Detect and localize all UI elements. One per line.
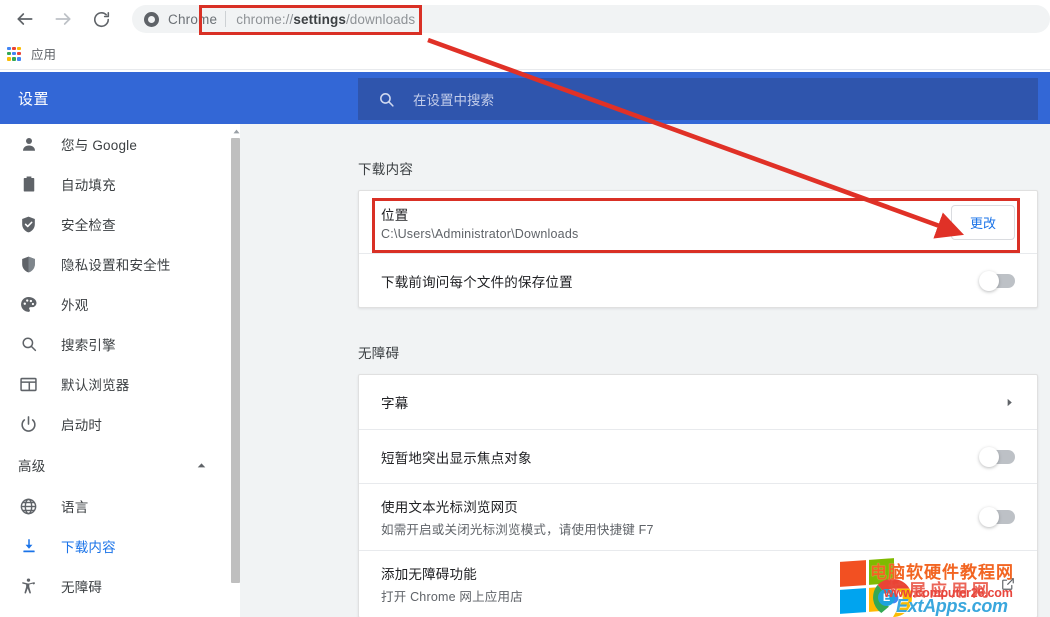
caret-browsing-label: 使用文本光标浏览网页 xyxy=(381,496,654,516)
caret-browsing-row: 使用文本光标浏览网页 如需开启或关闭光标浏览模式，请使用快捷键 F7 xyxy=(359,483,1037,550)
captions-label: 字幕 xyxy=(381,392,408,412)
sidebar-item-label: 自动填充 xyxy=(61,174,116,194)
sidebar-section-label: 高级 xyxy=(18,455,45,475)
sidebar-item-accessibility[interactable]: 无障碍 xyxy=(0,566,240,606)
browser-window: Chrome chrome://settings/downloads 应用 设置… xyxy=(0,0,1050,617)
sidebar-item-label: 隐私设置和安全性 xyxy=(61,254,171,274)
ask-before-download-row: 下载前询问每个文件的保存位置 xyxy=(359,253,1037,307)
back-button[interactable] xyxy=(8,2,42,36)
address-bar[interactable]: Chrome chrome://settings/downloads xyxy=(132,5,1050,33)
globe-icon xyxy=(18,496,39,517)
sidebar-item-downloads[interactable]: 下载内容 xyxy=(0,526,240,566)
download-location-row: 位置 C:\Users\Administrator\Downloads 更改 xyxy=(359,191,1037,253)
downloads-section-title: 下载内容 xyxy=(240,124,1050,190)
reload-icon xyxy=(92,10,111,29)
caret-browsing-sublabel: 如需开启或关闭光标浏览模式，请使用快捷键 F7 xyxy=(381,519,654,538)
url-prefix: chrome:// xyxy=(236,12,293,27)
scrollbar-thumb[interactable] xyxy=(231,138,240,583)
focus-highlight-row: 短暂地突出显示焦点对象 xyxy=(359,429,1037,483)
sidebar-item-label: 外观 xyxy=(61,294,88,314)
accessibility-section-title: 无障碍 xyxy=(240,308,1050,374)
url-text: chrome://settings/downloads xyxy=(226,12,415,27)
url-bold: settings xyxy=(293,12,346,27)
forward-button[interactable] xyxy=(46,2,80,36)
shield-check-icon xyxy=(18,214,39,235)
sidebar-item-on-startup[interactable]: 启动时 xyxy=(0,404,240,444)
sidebar-item-label: 安全检查 xyxy=(61,214,116,234)
toggle-knob xyxy=(979,507,999,527)
download-icon xyxy=(18,536,39,557)
sidebar-item-label: 无障碍 xyxy=(61,576,102,596)
captions-row[interactable]: 字幕 xyxy=(359,375,1037,429)
sidebar-item-label: 默认浏览器 xyxy=(61,374,130,394)
add-accessibility-sublabel: 打开 Chrome 网上应用店 xyxy=(381,586,523,605)
ask-before-download-toggle[interactable] xyxy=(981,274,1015,288)
caret-browsing-toggle[interactable] xyxy=(981,510,1015,524)
accessibility-card: 字幕 短暂地突出显示焦点对象 使用文本光标浏览网页 如需开启或关闭光标浏览模式，… xyxy=(358,374,1038,617)
shield-icon xyxy=(18,254,39,275)
downloads-card: 位置 C:\Users\Administrator\Downloads 更改 下… xyxy=(358,190,1038,308)
sidebar-item-label: 搜索引擎 xyxy=(61,334,116,354)
chevron-up-icon xyxy=(195,459,208,472)
sidebar-item-search-engine[interactable]: 搜索引擎 xyxy=(0,324,240,364)
browser-window-icon xyxy=(18,374,39,395)
settings-sidebar: 您与 Google 自动填充 安全检查 隐私设置和安全性 外观 xyxy=(0,124,240,617)
sidebar-item-label: 语言 xyxy=(61,496,88,516)
change-location-button[interactable]: 更改 xyxy=(951,205,1015,240)
sidebar-item-appearance[interactable]: 外观 xyxy=(0,284,240,324)
person-icon xyxy=(18,134,39,155)
sidebar-item-label: 启动时 xyxy=(61,414,102,434)
sidebar-item-languages[interactable]: 语言 xyxy=(0,486,240,526)
accessibility-icon xyxy=(18,576,39,597)
forward-arrow-icon xyxy=(53,9,73,29)
chrome-logo-icon xyxy=(144,12,159,27)
search-icon xyxy=(18,334,39,355)
toggle-knob xyxy=(979,447,999,467)
search-placeholder: 在设置中搜索 xyxy=(413,89,494,109)
page-title: 设置 xyxy=(18,72,49,124)
back-arrow-icon xyxy=(15,9,35,29)
url-suffix: /downloads xyxy=(346,12,415,27)
sidebar-item-autofill[interactable]: 自动填充 xyxy=(0,164,240,204)
sidebar-item-you-and-google[interactable]: 您与 Google xyxy=(0,124,240,164)
site-identity: Chrome xyxy=(144,12,217,27)
settings-content: 下载内容 位置 C:\Users\Administrator\Downloads… xyxy=(240,124,1050,617)
clipboard-icon xyxy=(18,174,39,195)
power-icon xyxy=(18,414,39,435)
sidebar-item-label: 下载内容 xyxy=(61,536,116,556)
sidebar-item-label: 您与 Google xyxy=(61,134,137,154)
focus-highlight-toggle[interactable] xyxy=(981,450,1015,464)
sidebar-item-safety-check[interactable]: 安全检查 xyxy=(0,204,240,244)
ask-before-download-label: 下载前询问每个文件的保存位置 xyxy=(381,271,573,291)
sidebar-item-privacy-security[interactable]: 隐私设置和安全性 xyxy=(0,244,240,284)
bookmarks-bar: 应用 xyxy=(0,38,1050,70)
sidebar-section-advanced[interactable]: 高级 xyxy=(0,444,240,486)
location-label: 位置 xyxy=(381,204,578,224)
browser-toolbar: Chrome chrome://settings/downloads xyxy=(0,0,1050,38)
external-link-icon[interactable] xyxy=(1001,577,1015,591)
settings-search[interactable]: 在设置中搜索 xyxy=(358,78,1038,120)
reload-button[interactable] xyxy=(84,2,118,36)
add-accessibility-label: 添加无障碍功能 xyxy=(381,563,523,583)
search-icon xyxy=(378,91,395,108)
location-path: C:\Users\Administrator\Downloads xyxy=(381,227,578,241)
palette-icon xyxy=(18,294,39,315)
add-accessibility-features-row[interactable]: 添加无障碍功能 打开 Chrome 网上应用店 xyxy=(359,550,1037,617)
chevron-right-icon[interactable] xyxy=(1004,397,1015,408)
bookmark-apps-label[interactable]: 应用 xyxy=(31,44,56,63)
sidebar-item-default-browser[interactable]: 默认浏览器 xyxy=(0,364,240,404)
site-label: Chrome xyxy=(168,12,217,27)
apps-grid-icon[interactable] xyxy=(7,47,21,61)
toggle-knob xyxy=(979,271,999,291)
focus-highlight-label: 短暂地突出显示焦点对象 xyxy=(381,447,532,467)
